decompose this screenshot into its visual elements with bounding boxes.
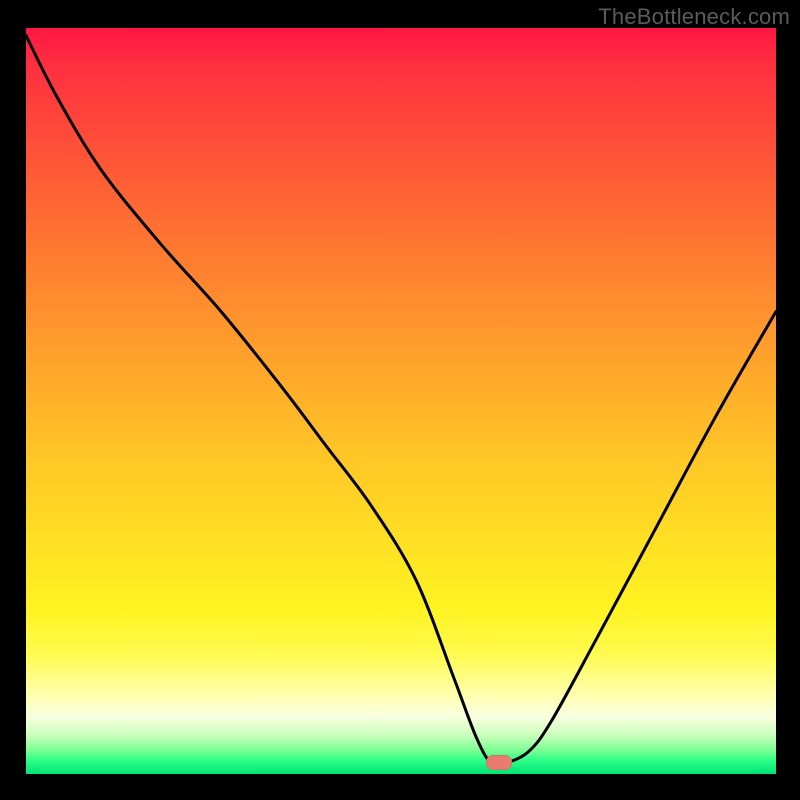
watermark-text: TheBottleneck.com (598, 4, 790, 30)
optimum-marker (486, 755, 512, 770)
bottleneck-curve (26, 35, 776, 765)
plot-area (26, 28, 776, 774)
chart-frame: TheBottleneck.com (0, 0, 800, 800)
curve-svg (26, 28, 776, 774)
